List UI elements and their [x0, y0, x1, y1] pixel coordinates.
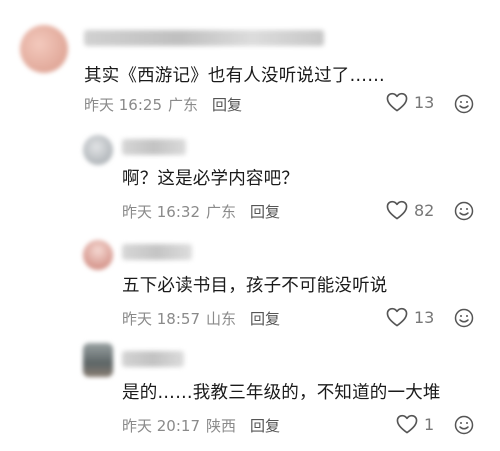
comment-location: 广东 — [168, 96, 199, 114]
like-button[interactable]: 82 — [386, 200, 434, 220]
comment-time: 昨天 16:25 — [84, 96, 162, 114]
avatar[interactable] — [83, 135, 113, 165]
smiley-icon[interactable] — [454, 94, 474, 114]
comment-text: 是的……我教三年级的，不知道的一大堆 — [122, 383, 441, 403]
like-button[interactable]: 1 — [396, 414, 434, 434]
comment-text: 五下必读书目，孩子不可能没听说 — [122, 276, 388, 296]
username-blurred[interactable] — [122, 139, 186, 155]
like-count: 82 — [414, 200, 435, 220]
reply-item: 五下必读书目，孩子不可能没听说 昨天 18:57 山东 回复 13 — [0, 230, 500, 335]
like-count: 13 — [414, 307, 435, 327]
smiley-icon[interactable] — [454, 201, 474, 221]
comment-meta: 昨天 16:25 广东 回复 — [84, 94, 242, 115]
comment-text: 其实《西游记》也有人没听说过了…… — [84, 66, 385, 86]
reply-button[interactable]: 回复 — [212, 94, 242, 115]
comment-meta: 昨天 20:17 陕西 回复 — [122, 415, 280, 436]
comment-meta: 昨天 18:57 山东 回复 — [122, 308, 280, 329]
like-count: 1 — [424, 414, 435, 434]
comment-location: 广东 — [206, 203, 237, 221]
avatar[interactable] — [20, 25, 68, 73]
like-count: 13 — [414, 92, 435, 112]
reply-item: 是的……我教三年级的，不知道的一大堆 昨天 20:17 陕西 回复 1 — [0, 335, 500, 451]
avatar[interactable] — [83, 343, 113, 377]
comment-meta: 昨天 16:32 广东 回复 — [122, 201, 280, 222]
reply-button[interactable]: 回复 — [250, 415, 280, 436]
comment-item: 其实《西游记》也有人没听说过了…… 昨天 16:25 广东 回复 13 — [0, 0, 500, 125]
like-button[interactable]: 13 — [386, 307, 434, 327]
comment-text: 啊？这是必学内容吧？ — [122, 169, 299, 189]
smiley-icon[interactable] — [454, 308, 474, 328]
smiley-icon[interactable] — [454, 415, 474, 435]
reply-button[interactable]: 回复 — [250, 201, 280, 222]
comment-location: 陕西 — [206, 417, 237, 435]
heart-outline-icon — [386, 200, 408, 220]
comment-time: 昨天 20:17 — [122, 417, 200, 435]
heart-outline-icon — [396, 414, 418, 434]
username-blurred[interactable] — [122, 351, 184, 367]
heart-outline-icon — [386, 92, 408, 112]
comment-time: 昨天 18:57 — [122, 310, 200, 328]
comment-location: 山东 — [206, 310, 237, 328]
heart-outline-icon — [386, 307, 408, 327]
username-blurred[interactable] — [84, 30, 324, 46]
like-button[interactable]: 13 — [386, 92, 434, 112]
avatar[interactable] — [83, 240, 113, 270]
reply-button[interactable]: 回复 — [250, 308, 280, 329]
reply-item: 啊？这是必学内容吧？ 昨天 16:32 广东 回复 82 — [0, 125, 500, 230]
username-blurred[interactable] — [122, 244, 192, 260]
comment-time: 昨天 16:32 — [122, 203, 200, 221]
